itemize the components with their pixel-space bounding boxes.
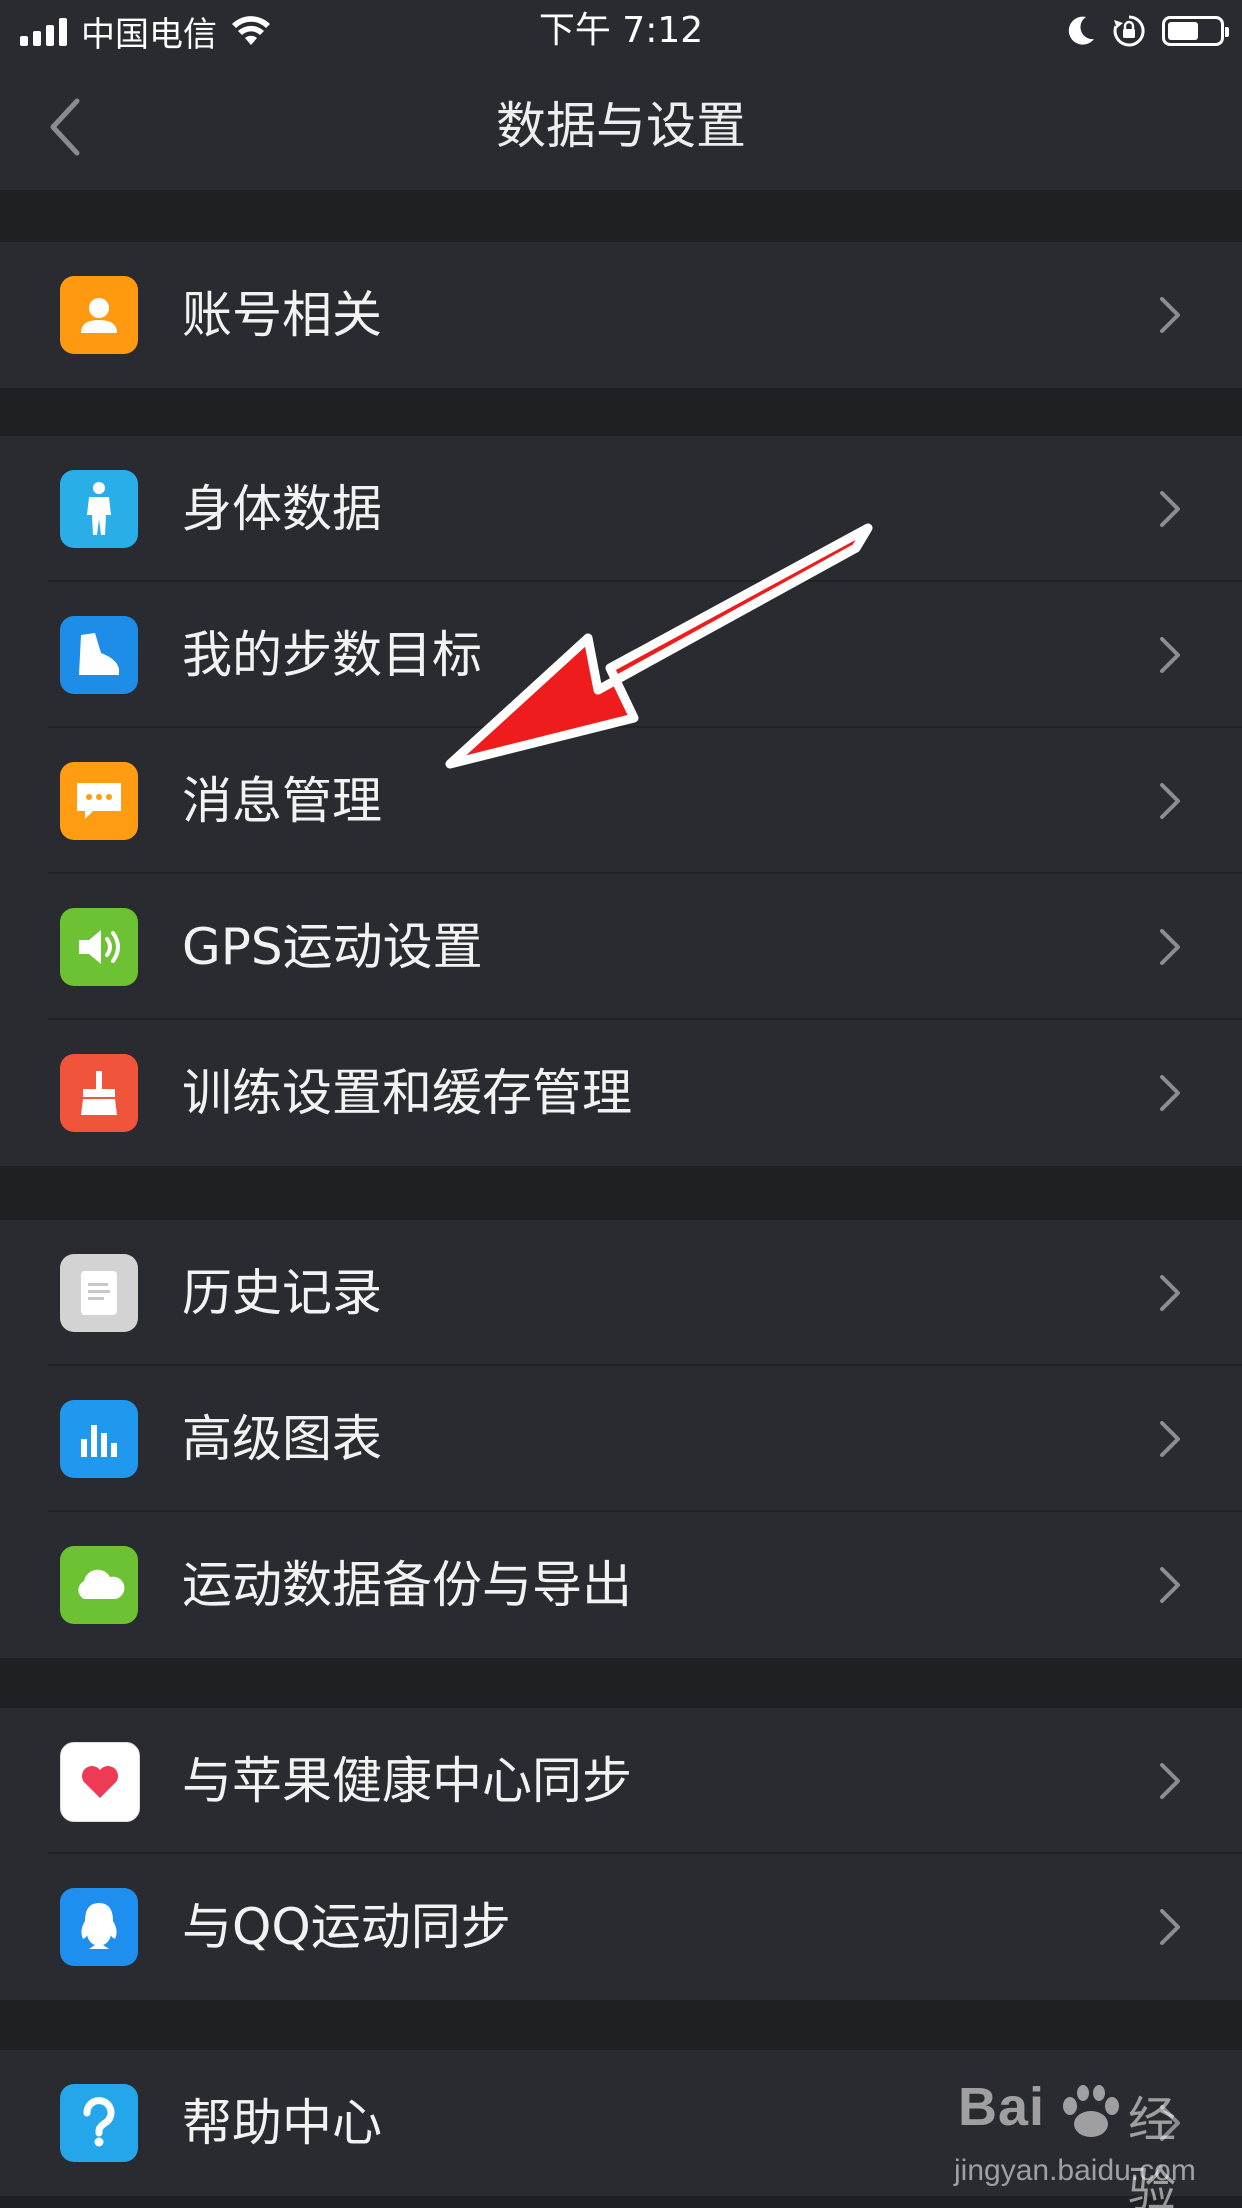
settings-row[interactable]: 高级图表 (0, 1366, 1242, 1512)
settings-row-label: 帮助中心 (182, 2094, 382, 2152)
cloud-icon (60, 1546, 138, 1624)
battery-icon (1162, 16, 1229, 46)
speaker-icon (60, 908, 138, 986)
settings-group: 历史记录高级图表运动数据备份与导出 (0, 1220, 1242, 1658)
bar-chart-icon (60, 1400, 138, 1478)
settings-row[interactable]: 运动数据备份与导出 (0, 1512, 1242, 1658)
chevron-right-icon (1150, 1761, 1190, 1801)
nav-bar: 数据与设置 (0, 62, 1242, 190)
chevron-right-icon (1150, 489, 1190, 529)
settings-row-label: 训练设置和缓存管理 (182, 1064, 632, 1122)
settings-row[interactable]: GPS运动设置 (0, 874, 1242, 1020)
document-icon (60, 1254, 138, 1332)
rotation-lock-icon (1113, 15, 1145, 47)
chevron-right-icon (1150, 1565, 1190, 1605)
baidu-watermark: Bai 经验 jingyan.baidu.com (950, 2076, 1220, 2208)
settings-row-label: 身体数据 (182, 480, 382, 538)
chevron-right-icon (1150, 1273, 1190, 1313)
qq-penguin-icon (60, 1888, 138, 1966)
settings-row-label: 账号相关 (182, 286, 382, 344)
chevron-right-icon (1150, 1419, 1190, 1459)
settings-row[interactable]: 消息管理 (0, 728, 1242, 874)
status-bar: 中国电信 下午 7:12 (0, 0, 1242, 62)
watermark-brand: Bai (958, 2077, 1046, 2137)
settings-row[interactable]: 与QQ运动同步 (0, 1854, 1242, 2000)
heart-icon (60, 1742, 140, 1822)
person-icon (60, 470, 138, 548)
chat-bubble-icon (60, 762, 138, 840)
status-time: 下午 7:12 (538, 10, 704, 51)
settings-row-label: GPS运动设置 (182, 918, 483, 976)
watermark-brand-suffix: 经验 (1128, 2092, 1177, 2208)
page-title: 数据与设置 (496, 97, 746, 155)
settings-row[interactable]: 与苹果健康中心同步 (0, 1708, 1242, 1854)
settings-row[interactable]: 身体数据 (0, 436, 1242, 582)
settings-row-label: 与苹果健康中心同步 (182, 1752, 632, 1810)
battery-fill (1168, 22, 1198, 40)
settings-row-label: 历史记录 (182, 1264, 382, 1322)
watermark-url: jingyan.baidu.com (954, 2154, 1196, 2187)
chevron-right-icon (1150, 1907, 1190, 1947)
paw-icon (1063, 2085, 1119, 2137)
chevron-right-icon (1150, 927, 1190, 967)
chevron-right-icon (1150, 295, 1190, 335)
settings-row[interactable]: 账号相关 (0, 242, 1242, 388)
settings-row-label: 消息管理 (182, 772, 382, 830)
chevron-right-icon (1150, 635, 1190, 675)
settings-row[interactable]: 我的步数目标 (0, 582, 1242, 728)
settings-row-label: 我的步数目标 (182, 626, 482, 684)
shoe-icon (60, 616, 138, 694)
settings-row[interactable]: 历史记录 (0, 1220, 1242, 1366)
status-right (1066, 10, 1229, 52)
broom-icon (60, 1054, 138, 1132)
settings-row[interactable]: 训练设置和缓存管理 (0, 1020, 1242, 1166)
settings-row-label: 高级图表 (182, 1410, 382, 1468)
settings-row-label: 与QQ运动同步 (182, 1898, 511, 1956)
moon-icon (1068, 16, 1094, 45)
settings-group: 与苹果健康中心同步 与QQ运动同步 (0, 1708, 1242, 2000)
settings-group: 账号相关 (0, 242, 1242, 388)
chevron-right-icon (1150, 1073, 1190, 1113)
screen: 中国电信 下午 7:12 数据与设置 账号相关 身体数据 我的步数目标 消息管理… (0, 0, 1242, 2208)
user-icon (60, 276, 138, 354)
settings-row-label: 运动数据备份与导出 (182, 1556, 632, 1614)
question-icon (60, 2084, 138, 2162)
chevron-right-icon (1150, 781, 1190, 821)
settings-group: 身体数据我的步数目标 消息管理 GPS运动设置训练设置和缓存管理 (0, 436, 1242, 1166)
